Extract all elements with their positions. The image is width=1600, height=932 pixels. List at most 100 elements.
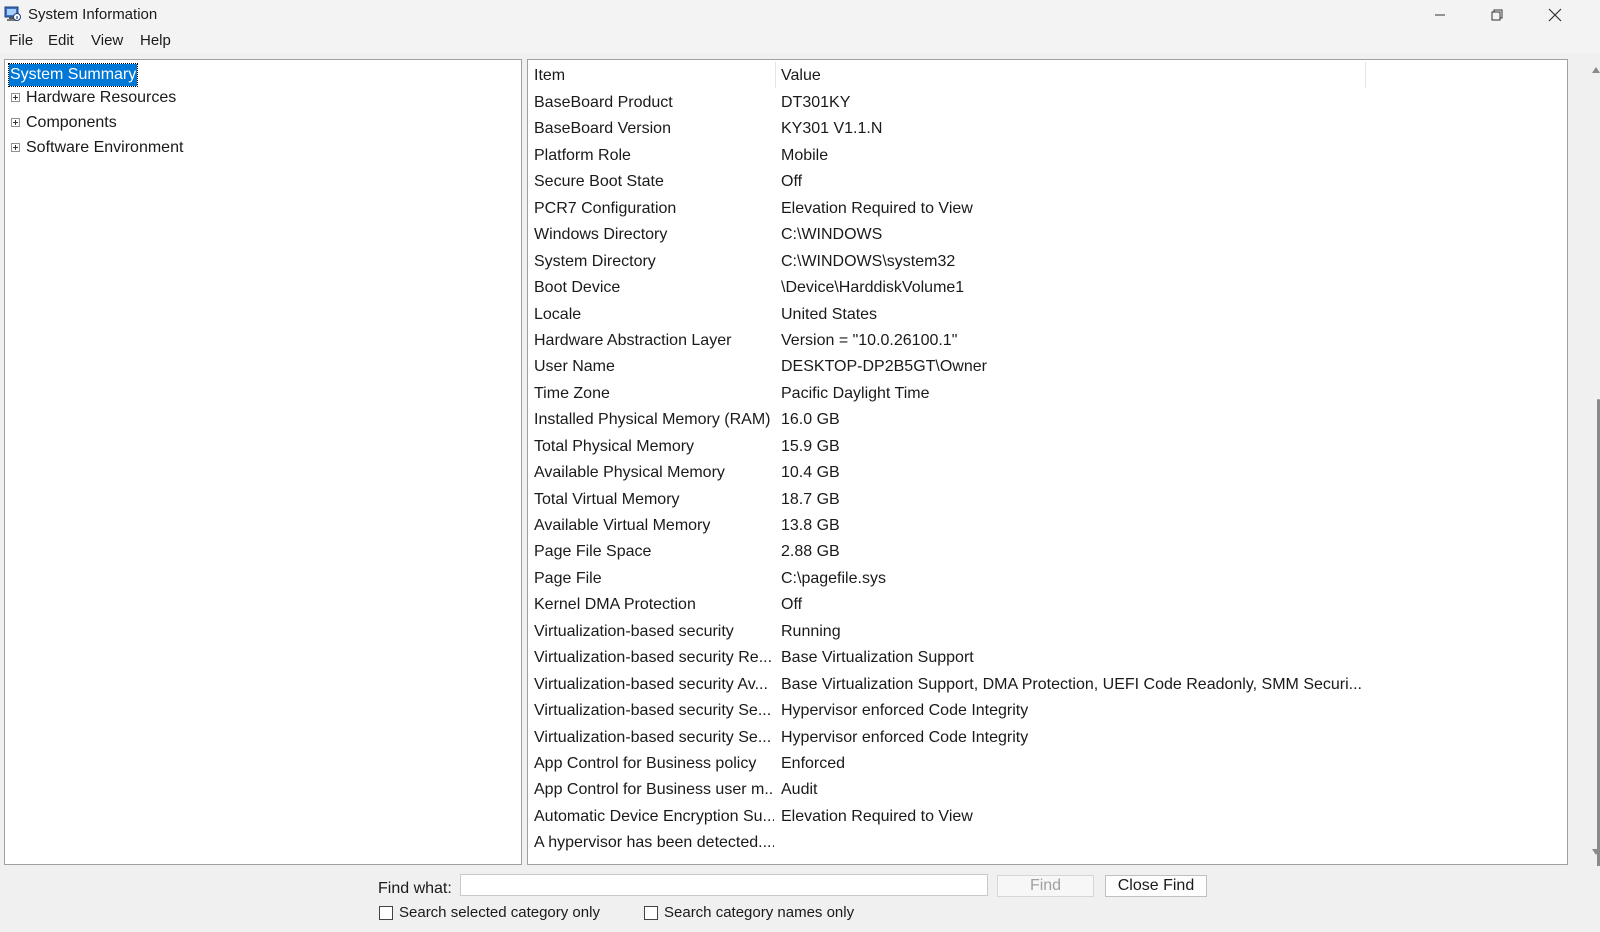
search-selected-category-label: Search selected category only: [399, 904, 600, 921]
find-bar: Find what: Find Close Find Search select…: [0, 866, 1600, 932]
table-row[interactable]: BaseBoard Product DT301KY: [528, 90, 1538, 116]
item-cell: BaseBoard Product: [534, 94, 673, 111]
value-cell: 15.9 GB: [781, 437, 840, 455]
item-cell: System Directory: [534, 252, 656, 270]
table-row[interactable]: App Control for Business policy Enforced: [528, 751, 1538, 777]
menu-file[interactable]: File: [9, 32, 33, 49]
item-cell: App Control for Business policy: [534, 754, 757, 772]
table-row[interactable]: Installed Physical Memory (RAM) 16.0 GB: [528, 407, 1538, 433]
value-cell: Base Virtualization Support: [781, 649, 974, 667]
table-row[interactable]: Boot Device \Device\HarddiskVolume1: [528, 275, 1538, 301]
item-cell: Boot Device: [534, 279, 621, 297]
table-row[interactable]: Total Virtual Memory 18.7 GB: [528, 487, 1538, 513]
table-row[interactable]: Page File Space 2.88 GB: [528, 539, 1538, 565]
search-selected-category-checkbox[interactable]: [379, 906, 393, 920]
find-what-label: Find what:: [378, 880, 452, 897]
close-icon: [1548, 8, 1562, 21]
item-cell: Page File Space: [534, 543, 652, 561]
table-row[interactable]: Platform Role Mobile: [528, 143, 1538, 169]
system-information-app-icon: [4, 5, 21, 22]
table-row[interactable]: User Name DESKTOP-DP2B5GT\Owner: [528, 354, 1538, 380]
table-row[interactable]: Virtualization-based security Se... Hyper…: [528, 725, 1538, 751]
expand-icon[interactable]: [11, 118, 20, 127]
item-cell: Hardware Abstraction Layer: [534, 331, 732, 349]
expand-icon[interactable]: [11, 143, 20, 152]
table-row[interactable]: Available Virtual Memory 13.8 GB: [528, 513, 1538, 539]
table-row[interactable]: Virtualization-based security Running: [528, 619, 1538, 645]
table-row[interactable]: A hypervisor has been detected....: [528, 830, 1538, 856]
column-header-value[interactable]: Value: [781, 60, 821, 91]
table-row[interactable]: Windows Directory C:\WINDOWS: [528, 222, 1538, 248]
search-category-names-checkbox[interactable]: [644, 906, 658, 920]
table-row[interactable]: Virtualization-based security Se... Hyper…: [528, 698, 1538, 724]
tree-item-components[interactable]: Components: [5, 112, 515, 136]
close-find-button[interactable]: Close Find: [1105, 875, 1207, 897]
scroll-up-icon[interactable]: [1592, 67, 1600, 73]
table-row[interactable]: PCR7 Configuration Elevation Required to …: [528, 196, 1538, 222]
find-what-input[interactable]: [460, 874, 988, 896]
details-list[interactable]: Item Value BaseBoard Product DT301KY BaseB…: [527, 59, 1568, 865]
item-cell: Virtualization-based security Av...: [534, 675, 768, 693]
restore-button[interactable]: [1474, 0, 1520, 29]
menu-help[interactable]: Help: [140, 32, 171, 49]
table-row[interactable]: Virtualization-based security Av... Base …: [528, 672, 1538, 698]
value-cell: Running: [781, 622, 841, 640]
table-row[interactable]: Secure Boot State Off: [528, 169, 1538, 195]
value-cell: Audit: [781, 781, 818, 799]
menu-edit[interactable]: Edit: [48, 32, 74, 49]
tree-item-label: Software Environment: [26, 139, 184, 156]
table-row[interactable]: Hardware Abstraction Layer Version = "10.…: [528, 328, 1538, 354]
table-row[interactable]: System Directory C:\WINDOWS\system32: [528, 249, 1538, 275]
table-row[interactable]: Page File C:\pagefile.sys: [528, 566, 1538, 592]
category-tree[interactable]: System Summary Hardware Resources Compon…: [4, 59, 522, 865]
column-divider[interactable]: [1365, 62, 1366, 88]
minimize-icon: [1435, 14, 1445, 15]
minimize-button[interactable]: [1417, 0, 1463, 29]
table-row[interactable]: Available Physical Memory 10.4 GB: [528, 460, 1538, 486]
table-row[interactable]: Time Zone Pacific Daylight Time: [528, 381, 1538, 407]
item-cell: Virtualization-based security Se...: [534, 728, 772, 746]
item-cell: Total Physical Memory: [534, 437, 695, 455]
expand-icon[interactable]: [11, 93, 20, 102]
item-cell: Virtualization-based security Re...: [534, 649, 773, 667]
search-category-names-label: Search category names only: [664, 904, 855, 921]
item-cell: Available Virtual Memory: [534, 517, 711, 534]
menu-view[interactable]: View: [91, 32, 123, 49]
table-row[interactable]: Automatic Device Encryption Su... Elevati…: [528, 804, 1538, 830]
value-cell: 10.4 GB: [781, 464, 840, 482]
close-button[interactable]: [1532, 0, 1578, 29]
tree-item-system-summary[interactable]: System Summary: [5, 62, 515, 87]
value-cell: Base Virtualization Support, DMA Protect…: [781, 675, 1361, 693]
item-cell: Virtualization-based security: [534, 622, 734, 640]
window-title: System Information: [28, 6, 158, 23]
value-cell: Hypervisor enforced Code Integrity: [781, 702, 1029, 720]
scroll-down-icon[interactable]: [1592, 849, 1600, 855]
table-row[interactable]: Locale United States: [528, 302, 1538, 328]
table-row[interactable]: BaseBoard Version KY301 V1.1.N: [528, 116, 1538, 142]
value-cell: C:\WINDOWS: [781, 226, 883, 244]
table-row[interactable]: Kernel DMA Protection Off: [528, 592, 1538, 618]
item-cell: Windows Directory: [534, 226, 668, 244]
item-cell: BaseBoard Version: [534, 120, 671, 138]
table-row[interactable]: Virtualization-based security Re... Base …: [528, 645, 1538, 671]
value-cell: United States: [781, 305, 878, 323]
item-cell: Platform Role: [534, 146, 631, 164]
find-button[interactable]: Find: [997, 875, 1094, 897]
value-cell: 13.8 GB: [781, 517, 840, 534]
item-cell: Secure Boot State: [534, 173, 664, 191]
tree-item-hardware-resources[interactable]: Hardware Resources: [5, 87, 515, 111]
item-cell: A hypervisor has been detected....: [534, 834, 774, 852]
column-divider[interactable]: [775, 62, 776, 88]
details-rows: BaseBoard Product DT301KY BaseBoard Versio…: [528, 90, 1538, 857]
item-cell: Available Physical Memory: [534, 464, 725, 482]
value-cell: C:\WINDOWS\system32: [781, 252, 956, 270]
value-cell: Hypervisor enforced Code Integrity: [781, 728, 1029, 746]
table-row[interactable]: Total Physical Memory 15.9 GB: [528, 434, 1538, 460]
item-cell: Installed Physical Memory (RAM): [534, 411, 771, 429]
tree-item-software-environment[interactable]: Software Environment: [5, 137, 515, 161]
item-cell: Automatic Device Encryption Su...: [534, 807, 774, 825]
vertical-scrollbar[interactable]: [1568, 59, 1600, 899]
column-header-item[interactable]: Item: [534, 60, 565, 91]
table-row[interactable]: App Control for Business user m... Audit: [528, 777, 1538, 803]
item-cell: PCR7 Configuration: [534, 199, 677, 217]
